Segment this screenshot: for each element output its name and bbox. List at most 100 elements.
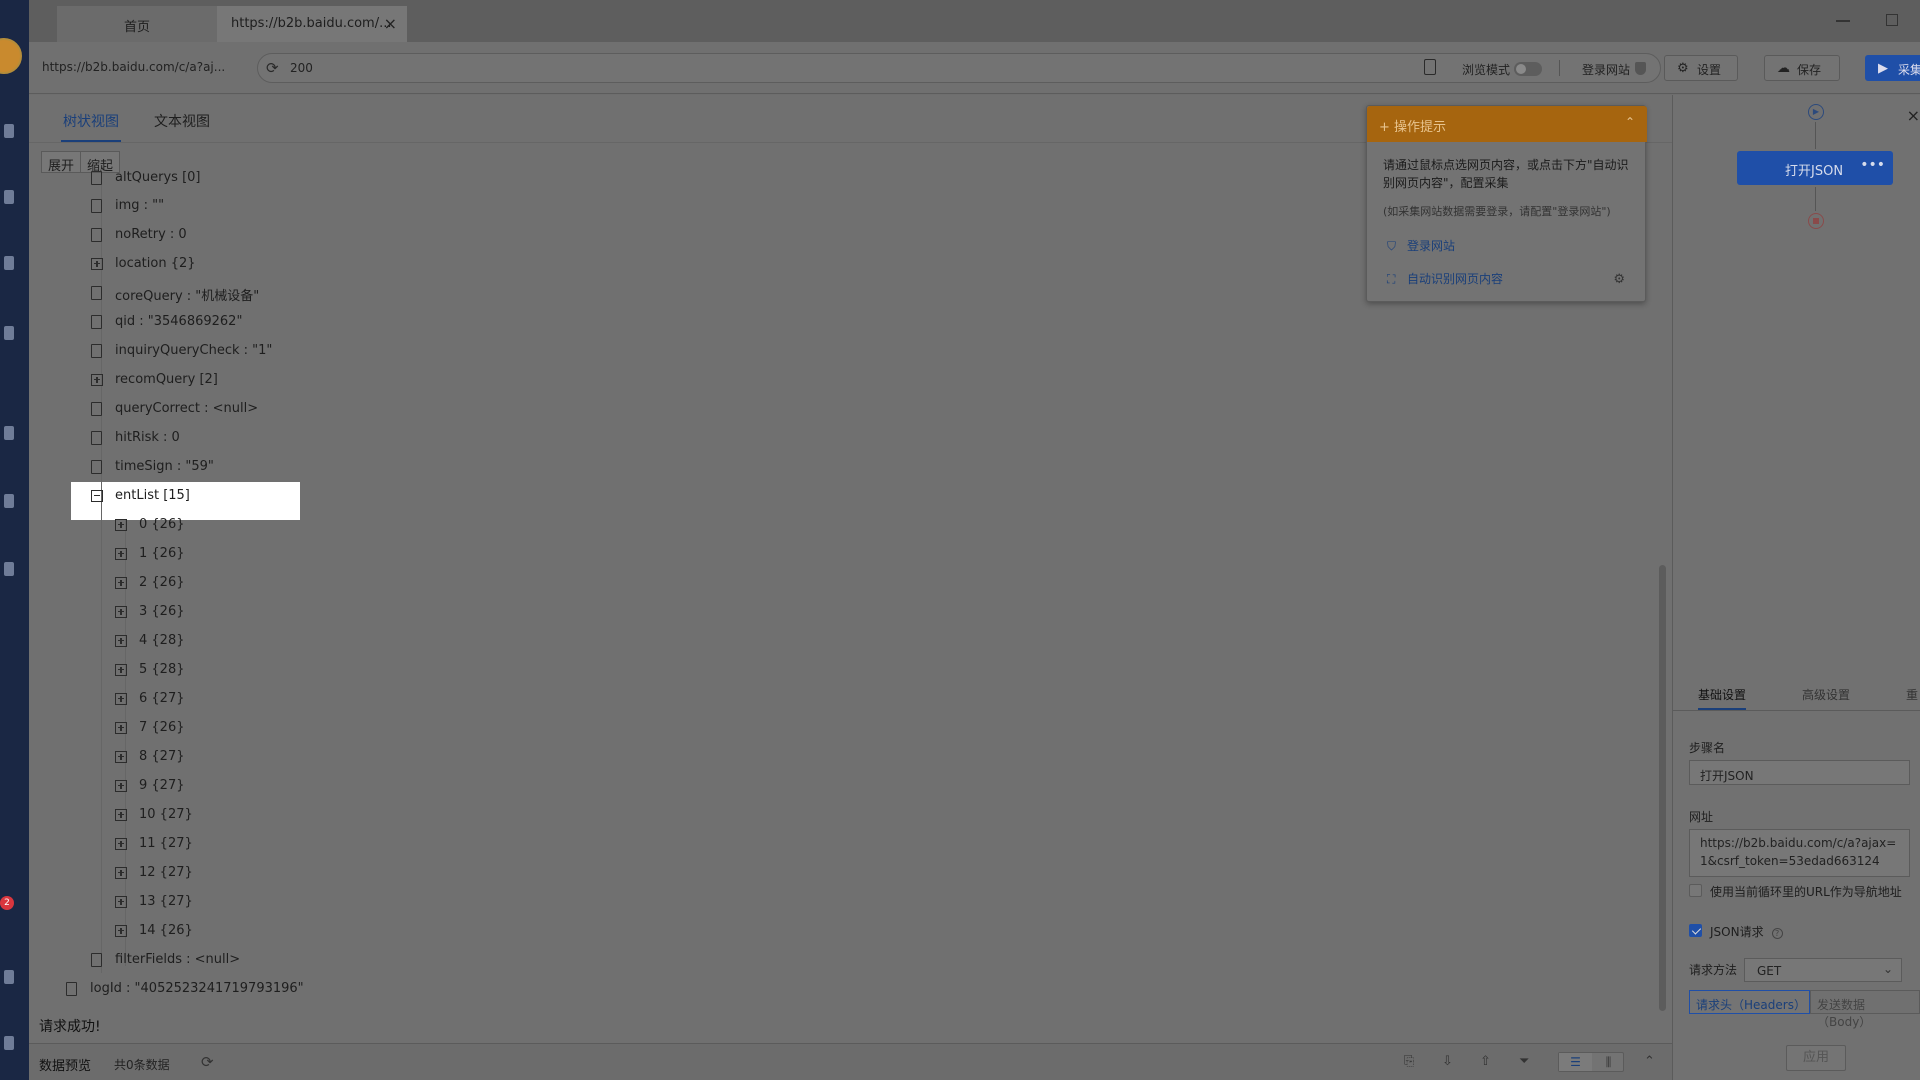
- browse-mode-toggle[interactable]: [1514, 62, 1542, 76]
- upload-icon[interactable]: ⇧: [1480, 1054, 1494, 1069]
- apply-button[interactable]: 应用: [1786, 1045, 1846, 1071]
- tip-login-link[interactable]: ⛉ 登录网站: [1387, 237, 1455, 254]
- expand-icon[interactable]: [115, 606, 127, 618]
- close-icon[interactable]: ×: [1907, 106, 1920, 125]
- rail-item-4[interactable]: [0, 320, 29, 360]
- help-icon[interactable]: ?: [1771, 928, 1783, 939]
- refresh-icon[interactable]: ⟳: [201, 1053, 214, 1071]
- tip-auto-detect-link[interactable]: ⛶ 自动识别网页内容: [1387, 270, 1503, 287]
- refresh-icon[interactable]: ⟳: [266, 59, 279, 77]
- tab-advanced-settings[interactable]: 高级设置: [1802, 686, 1850, 703]
- scan-icon: ⛶: [1387, 272, 1396, 286]
- collapse-icon[interactable]: [91, 490, 103, 502]
- flow-start-icon[interactable]: ▶: [1808, 104, 1824, 120]
- rail-item-6[interactable]: [0, 488, 29, 528]
- expand-icon[interactable]: [115, 519, 127, 531]
- file-icon: [91, 344, 102, 358]
- step-name-label: 步骤名: [1689, 741, 1726, 755]
- tab-headers[interactable]: 请求头（Headers）: [1689, 990, 1810, 1014]
- flow-end-icon[interactable]: [1808, 213, 1824, 229]
- step-name-input[interactable]: 打开JSON: [1689, 760, 1910, 785]
- rail-item-8[interactable]: [0, 1030, 29, 1070]
- file-icon: [91, 315, 102, 329]
- rail-item-1[interactable]: [0, 118, 29, 158]
- rail-item-5[interactable]: [0, 420, 29, 460]
- rail-item-7[interactable]: [0, 964, 29, 1004]
- browse-mode-label: 浏览模式: [1461, 63, 1510, 77]
- expand-icon[interactable]: [115, 722, 127, 734]
- json-request-label: JSON请求: [1710, 925, 1764, 939]
- collect-button[interactable]: ▶ 采集: [1865, 55, 1920, 81]
- file-icon: [91, 199, 102, 213]
- expand-icon[interactable]: [115, 548, 127, 560]
- json-request-checkbox[interactable]: [1689, 924, 1702, 937]
- close-icon[interactable]: ×: [384, 14, 397, 33]
- expand-icon[interactable]: [91, 374, 103, 386]
- expand-icon[interactable]: [115, 664, 127, 676]
- save-label: 保存: [1797, 63, 1822, 77]
- export-icon[interactable]: ⎘: [1404, 1054, 1418, 1069]
- restore-icon[interactable]: [1886, 14, 1898, 26]
- tab-more[interactable]: 重: [1906, 686, 1918, 703]
- expand-icon[interactable]: [115, 751, 127, 763]
- file-icon: [66, 982, 77, 996]
- flow-connector: [1815, 187, 1816, 211]
- file-icon: [91, 460, 102, 474]
- use-loop-url-checkbox[interactable]: [1689, 884, 1702, 897]
- expand-icon[interactable]: [115, 635, 127, 647]
- tree-controls: 展开 缩起: [41, 151, 121, 174]
- chevron-up-icon[interactable]: ⌃: [1625, 115, 1635, 129]
- browser-tab-strip: 首页 https://b2b.baidu.com/... ×: [29, 0, 1920, 42]
- expand-icon[interactable]: [115, 867, 127, 879]
- filter-icon[interactable]: ⏷: [1519, 1054, 1533, 1069]
- right-panel: × ▶ 打开JSON ••• 基础设置 高级设置 重 步骤名 打开JSON 网址…: [1672, 95, 1920, 1080]
- file-icon: [91, 953, 102, 967]
- tip-login-label: 登录网站: [1407, 239, 1456, 253]
- document-icon[interactable]: [1424, 59, 1436, 75]
- save-button[interactable]: ☁ 保存: [1764, 55, 1840, 81]
- expand-icon[interactable]: [115, 925, 127, 937]
- address-bar[interactable]: ⟳ 200 浏览模式 登录网站: [257, 53, 1661, 83]
- expand-icon[interactable]: [115, 809, 127, 821]
- play-icon: ▶: [1878, 61, 1888, 76]
- request-status-message: 请求成功!: [39, 1019, 101, 1035]
- settings-button[interactable]: ⚙ 设置: [1664, 55, 1738, 81]
- method-select[interactable]: GET ⌄: [1744, 958, 1902, 982]
- list-view-icon[interactable]: ☰: [1559, 1053, 1592, 1071]
- column-view-icon[interactable]: ⫼: [1592, 1053, 1625, 1071]
- tab-active[interactable]: https://b2b.baidu.com/... ×: [217, 6, 407, 42]
- operation-tip-panel: + 操作提示 ⌃ 请通过鼠标点选网页内容，或点击下方"自动识别网页内容"，配置采…: [1366, 105, 1647, 302]
- tab-body[interactable]: 发送数据（Body）: [1810, 990, 1920, 1029]
- gear-icon[interactable]: ⚙: [1613, 272, 1625, 287]
- avatar[interactable]: [0, 38, 22, 74]
- tab-text-view[interactable]: 文本视图: [154, 111, 210, 131]
- login-site-button[interactable]: 登录网站: [1582, 61, 1630, 78]
- file-icon: [91, 431, 102, 445]
- expand-icon[interactable]: [115, 693, 127, 705]
- tip-header[interactable]: + 操作提示 ⌃: [1367, 106, 1647, 142]
- use-loop-url-label: 使用当前循环里的URL作为导航地址: [1710, 885, 1902, 899]
- notification-badge: 2: [0, 896, 14, 910]
- flow-node-open-json[interactable]: 打开JSON •••: [1737, 151, 1893, 185]
- address-row: https://b2b.baidu.com/c/a?aj... ⟳ 200 浏览…: [29, 42, 1920, 94]
- expand-icon[interactable]: [115, 896, 127, 908]
- expand-icon[interactable]: [115, 838, 127, 850]
- tab-home[interactable]: 首页: [57, 6, 217, 42]
- more-icon[interactable]: •••: [1860, 157, 1885, 173]
- rail-item-2[interactable]: [0, 184, 29, 224]
- rail-item-rpa[interactable]: [0, 556, 29, 596]
- import-icon[interactable]: ⇩: [1442, 1054, 1456, 1069]
- file-icon: [91, 402, 102, 416]
- expand-icon[interactable]: [91, 258, 103, 270]
- expand-icon[interactable]: [115, 577, 127, 589]
- rail-item-3[interactable]: [0, 250, 29, 290]
- expand-button[interactable]: 展开: [41, 151, 82, 174]
- expand-icon[interactable]: [115, 780, 127, 792]
- vertical-scrollbar[interactable]: [1659, 565, 1666, 1011]
- url-textarea[interactable]: https://b2b.baidu.com/c/a?ajax=1&csrf_to…: [1689, 829, 1910, 877]
- tab-basic-settings[interactable]: 基础设置: [1698, 686, 1747, 710]
- minimize-icon[interactable]: [1836, 20, 1850, 22]
- chevron-up-icon[interactable]: ⌃: [1644, 1054, 1655, 1069]
- status-code: 200: [290, 61, 313, 75]
- tab-tree-view[interactable]: 树状视图: [61, 111, 121, 142]
